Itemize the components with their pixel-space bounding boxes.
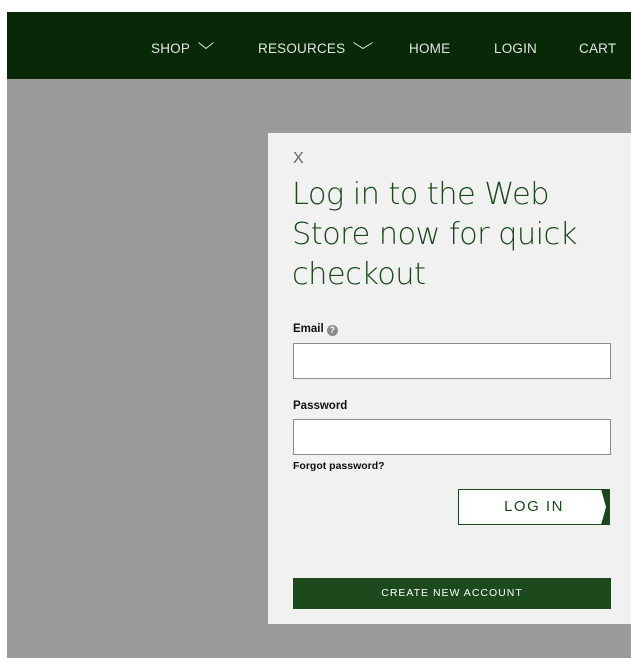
nav-home-label: HOME [409, 41, 451, 56]
login-button-label: LOG IN [504, 498, 564, 515]
email-field[interactable] [293, 343, 611, 379]
create-account-button[interactable]: CREATE NEW ACCOUNT [293, 578, 611, 609]
question-circle-icon[interactable]: ? [326, 325, 338, 336]
password-label: Password [293, 400, 348, 412]
top-navigation-bar: SHOP RESOURCES HOME LOGIN CART [7, 12, 631, 79]
forgot-password-link[interactable]: Forgot password? [293, 460, 385, 472]
email-label: Email? [293, 323, 338, 336]
nav-cart-label: CART [579, 41, 617, 56]
nav-cart[interactable]: CART [579, 12, 616, 79]
nav-login-label: LOGIN [494, 41, 538, 56]
nav-resources-label: RESOURCES [258, 41, 346, 56]
nav-shop-label: SHOP [151, 41, 191, 56]
nav-resources[interactable]: RESOURCES [258, 12, 374, 79]
arrow-tab-icon [601, 490, 609, 524]
close-button[interactable]: X [293, 149, 304, 169]
login-button[interactable]: LOG IN [458, 489, 610, 525]
chevron-down-icon [198, 42, 214, 50]
nav-shop[interactable]: SHOP [151, 12, 214, 79]
password-field[interactable] [293, 419, 611, 455]
page: SHOP RESOURCES HOME LOGIN CART X Log in … [0, 0, 631, 658]
modal-heading: Log in to the Web Store now for quick ch… [292, 177, 577, 292]
nav-home[interactable]: HOME [409, 12, 450, 79]
nav-login[interactable]: LOGIN [494, 12, 537, 79]
chevron-down-icon [353, 42, 374, 50]
email-label-text: Email [293, 323, 324, 335]
login-modal: X Log in to the Web Store now for quick … [268, 133, 631, 624]
